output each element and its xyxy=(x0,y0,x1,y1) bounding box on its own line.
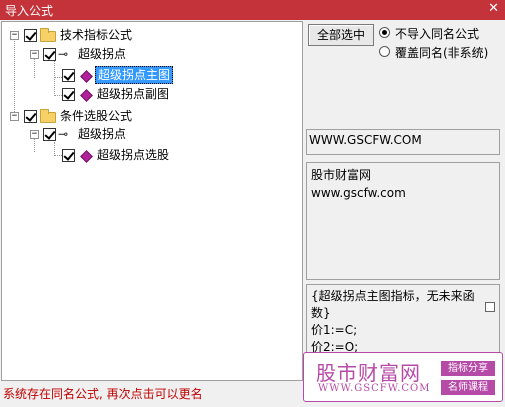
formula-tree[interactable]: − 技术指标公式 − ⊸ 超级拐点 超级拐点主图 超级拐点副图 − 条件选股公式… xyxy=(1,21,303,381)
code-line: 价1:=C; xyxy=(311,323,358,337)
formula-diamond-icon xyxy=(80,150,93,163)
tree-label: 条件选股公式 xyxy=(60,109,133,123)
tree-label: 超级拐点副图 xyxy=(97,87,170,101)
radio-overwrite-label: 覆盖同名(非系统) xyxy=(395,46,489,60)
checkbox[interactable] xyxy=(43,48,56,61)
formula-diamond-icon xyxy=(80,70,93,83)
folder-icon xyxy=(40,109,56,123)
checkbox[interactable] xyxy=(24,110,37,123)
key-icon: ⊸ xyxy=(58,127,69,141)
tree-label: 超级拐点选股 xyxy=(97,148,170,162)
tree-node-formula[interactable]: 超级拐点主图 xyxy=(2,66,302,84)
tree-node-group[interactable]: − 条件选股公式 xyxy=(2,108,302,126)
collapse-icon[interactable]: − xyxy=(30,50,39,59)
key-icon: ⊸ xyxy=(58,47,69,61)
title-bar: 导入公式 ✕ xyxy=(0,0,505,20)
folder-icon xyxy=(40,28,56,42)
checkbox[interactable] xyxy=(24,29,37,42)
tree-label: 技术指标公式 xyxy=(60,28,133,42)
collapse-icon[interactable]: − xyxy=(30,130,39,139)
info-line: www.gscfw.com xyxy=(311,186,406,200)
checkbox[interactable] xyxy=(62,69,75,82)
tree-node-formula[interactable]: 超级拐点选股 xyxy=(2,146,302,164)
checkbox[interactable] xyxy=(62,149,75,162)
tree-label: 超级拐点 xyxy=(78,47,127,61)
select-all-button[interactable]: 全部选中 xyxy=(308,24,374,46)
formula-code-preview[interactable]: {超级拐点主图指标，无未来函 数} 价1:=C; 价2:=O; xyxy=(306,284,500,354)
tree-label: 超级拐点 xyxy=(78,127,127,141)
watermark-url: WWW.GSCFW.COM xyxy=(318,383,431,394)
checkbox[interactable] xyxy=(62,88,75,101)
url-display: WWW.GSCFW.COM xyxy=(306,129,500,155)
tree-node-group[interactable]: − 技术指标公式 xyxy=(2,27,302,45)
checkbox[interactable] xyxy=(43,128,56,141)
watermark-tag: 名师课程 xyxy=(441,380,495,395)
watermark-logo: 股市财富网 WWW.GSCFW.COM 指标分享 名师课程 xyxy=(303,352,503,402)
info-panel: 股市财富网 www.gscfw.com xyxy=(306,162,500,280)
watermark-tag: 指标分享 xyxy=(441,361,495,376)
preview-checkbox[interactable] xyxy=(485,302,495,312)
radio-overwrite[interactable] xyxy=(379,46,390,57)
watermark-title: 股市财富网 xyxy=(316,361,421,385)
radio-skip-duplicates[interactable] xyxy=(379,27,390,38)
collapse-icon[interactable]: − xyxy=(10,112,19,121)
window-title: 导入公式 xyxy=(5,4,54,18)
collapse-icon[interactable]: − xyxy=(10,31,19,40)
formula-diamond-icon xyxy=(80,89,93,102)
code-line: {超级拐点主图指标，无未来函 xyxy=(311,289,475,303)
close-icon[interactable]: ✕ xyxy=(488,1,499,17)
tree-node-category[interactable]: − ⊸ 超级拐点 xyxy=(2,126,302,144)
code-line: 数} xyxy=(311,306,331,320)
radio-skip-label: 不导入同名公式 xyxy=(395,27,480,41)
tree-node-category[interactable]: − ⊸ 超级拐点 xyxy=(2,46,302,64)
tree-node-formula[interactable]: 超级拐点副图 xyxy=(2,85,302,103)
status-message: 系统存在同名公式, 再次点击可以更名 xyxy=(3,387,203,401)
tree-label-selected: 超级拐点主图 xyxy=(95,66,174,84)
info-line: 股市财富网 xyxy=(311,168,372,182)
